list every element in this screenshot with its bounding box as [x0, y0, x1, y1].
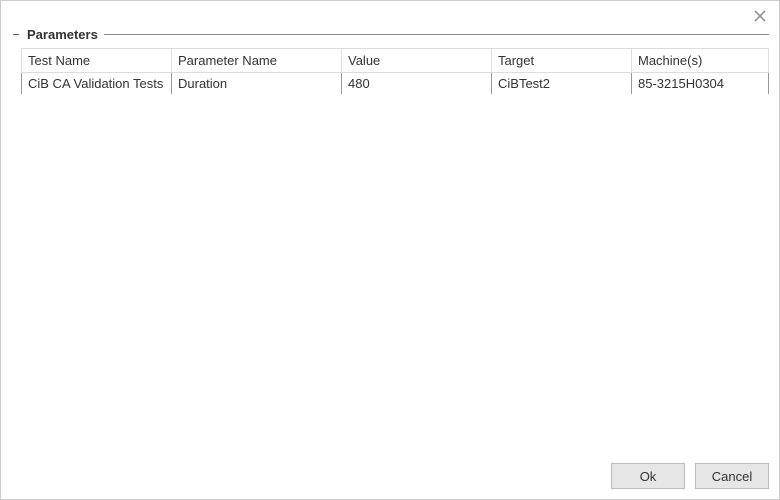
cell-target: CiBTest2 [492, 73, 632, 95]
header-parameter-name[interactable]: Parameter Name [172, 49, 342, 73]
cell-test-name: CiB CA Validation Tests [22, 73, 172, 95]
header-target[interactable]: Target [492, 49, 632, 73]
header-value[interactable]: Value [342, 49, 492, 73]
close-icon [754, 10, 766, 22]
table-row[interactable]: CiB CA Validation Tests Duration 480 CiB… [22, 73, 769, 95]
groupbox-header: − Parameters [11, 27, 769, 42]
cancel-button[interactable]: Cancel [695, 463, 769, 489]
parameters-table-container: Test Name Parameter Name Value Target Ma… [11, 48, 769, 455]
parameters-table: Test Name Parameter Name Value Target Ma… [21, 48, 769, 94]
collapse-toggle[interactable]: − [11, 30, 21, 40]
table-header-row: Test Name Parameter Name Value Target Ma… [22, 49, 769, 73]
cell-value: 480 [342, 73, 492, 95]
cell-parameter-name: Duration [172, 73, 342, 95]
cell-machines: 85-3215H0304 [632, 73, 769, 95]
header-machines[interactable]: Machine(s) [632, 49, 769, 73]
groupbox-title: Parameters [27, 27, 98, 42]
close-button[interactable] [751, 7, 769, 25]
header-test-name[interactable]: Test Name [22, 49, 172, 73]
dialog-button-row: Ok Cancel [11, 455, 769, 489]
parameters-groupbox: − Parameters Test Name Parameter Name Va [11, 27, 769, 455]
ok-button[interactable]: Ok [611, 463, 685, 489]
parameters-dialog: − Parameters Test Name Parameter Name Va [1, 1, 779, 499]
groupbox-divider [104, 34, 769, 35]
